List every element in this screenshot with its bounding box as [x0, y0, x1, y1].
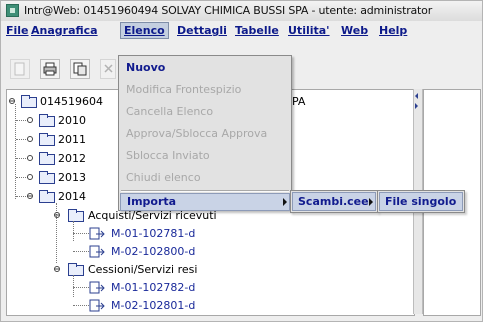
tree-doc-label: M-02-102801-d: [111, 299, 196, 312]
tree-doc-label: M-01-102782-d: [111, 281, 196, 294]
menu-item-nuovo[interactable]: Nuovo: [120, 58, 290, 78]
folder-icon: [39, 190, 55, 203]
menu-item-scambi-cee[interactable]: Scambi.cee: [292, 192, 376, 211]
collapse-left-icon[interactable]: [415, 93, 418, 99]
tree-group-label: Cessioni/Servizi resi: [88, 263, 198, 276]
expand-icon[interactable]: [27, 155, 35, 163]
tree-line: [73, 233, 89, 234]
tree-year-label: 2013: [58, 171, 86, 184]
menu-item-approva[interactable]: Approva/Sblocca Approva: [120, 124, 290, 144]
folder-icon: [39, 152, 55, 165]
tree-line: [73, 275, 74, 297]
collapse-icon[interactable]: [54, 212, 62, 220]
tree-doc-label: M-01-102781-d: [111, 227, 196, 240]
close-icon: [104, 64, 113, 73]
menu-utilita[interactable]: Utilita': [288, 24, 330, 37]
submenu-arrow-icon: [369, 198, 373, 206]
menu-web[interactable]: Web: [341, 24, 368, 37]
tree-line: [73, 305, 89, 306]
print-button[interactable]: [40, 59, 60, 79]
menu-bar: File Anagrafica Elenco Dettagli Tabelle …: [1, 21, 482, 41]
tree-year-label: 2010: [58, 114, 86, 127]
folder-icon: [68, 263, 84, 276]
tree-line: [73, 287, 89, 288]
document-arrow-icon: [89, 245, 105, 258]
tree-doc-label: M-02-102800-d: [111, 245, 196, 258]
close-button[interactable]: [100, 59, 116, 79]
print-icon: [43, 62, 57, 76]
document-arrow-icon: [89, 299, 105, 312]
menu-item-scambi-cee-label: Scambi.cee: [298, 195, 369, 208]
folder-icon: [39, 171, 55, 184]
tree-root-suffix: PA: [292, 95, 306, 108]
menu-elenco[interactable]: Elenco: [120, 22, 169, 39]
app-window: Intr@Web: 01451960494 SOLVAY CHIMICA BUS…: [0, 0, 483, 322]
expand-icon[interactable]: [27, 117, 35, 125]
folder-icon: [39, 133, 55, 146]
document-arrow-icon: [89, 227, 105, 240]
title-bar[interactable]: Intr@Web: 01451960494 SOLVAY CHIMICA BUS…: [1, 1, 482, 22]
menu-item-modifica-frontespizio[interactable]: Modifica Frontespizio: [120, 80, 290, 100]
elenco-dropdown-menu: Nuovo Modifica Frontespizio Cancella Ele…: [118, 55, 292, 211]
window-title: Intr@Web: 01451960494 SOLVAY CHIMICA BUS…: [24, 4, 433, 17]
folder-icon: [68, 209, 84, 222]
menu-anagrafica[interactable]: Anagrafica: [31, 24, 98, 37]
menu-separator: [121, 190, 289, 192]
menu-help[interactable]: Help: [379, 24, 407, 37]
menu-item-importa[interactable]: Importa: [120, 193, 290, 211]
copy-document-button[interactable]: [70, 59, 90, 79]
app-icon: [6, 4, 19, 17]
menu-item-cancella-elenco[interactable]: Cancella Elenco: [120, 102, 290, 122]
tree-line: [73, 221, 74, 241]
collapse-icon[interactable]: [9, 98, 17, 106]
menu-dettagli[interactable]: Dettagli: [177, 24, 227, 37]
menu-item-chiudi-elenco[interactable]: Chiudi elenco: [120, 168, 290, 188]
copy-document-icon: [73, 62, 87, 76]
menu-item-importa-label: Importa: [127, 195, 177, 208]
collapse-icon[interactable]: [54, 266, 62, 274]
expand-icon[interactable]: [27, 136, 35, 144]
expand-icon[interactable]: [27, 174, 35, 182]
tree-line: [73, 251, 89, 252]
collapse-right-icon[interactable]: [415, 103, 418, 109]
collapse-icon[interactable]: [27, 193, 35, 201]
document-disabled-icon: [14, 62, 25, 76]
folder-icon: [21, 95, 37, 108]
tree-year-label: 2012: [58, 152, 86, 165]
menu-tabelle[interactable]: Tabelle: [235, 24, 279, 37]
importa-submenu: Scambi.cee: [290, 190, 378, 213]
new-document-button[interactable]: [10, 59, 30, 79]
menu-item-file-singolo[interactable]: File singolo: [379, 192, 463, 211]
menu-file[interactable]: File: [6, 24, 29, 37]
tree-year-label: 2014: [58, 190, 86, 203]
scambi-submenu: File singolo: [377, 190, 465, 213]
document-arrow-icon: [89, 281, 105, 294]
tree-year-label: 2011: [58, 133, 86, 146]
tree-line: [15, 104, 16, 199]
folder-icon: [39, 114, 55, 127]
menu-item-sblocca-inviato[interactable]: Sblocca Inviato: [120, 146, 290, 166]
tree-root-label: 014519604: [40, 95, 103, 108]
submenu-arrow-icon: [283, 198, 287, 206]
